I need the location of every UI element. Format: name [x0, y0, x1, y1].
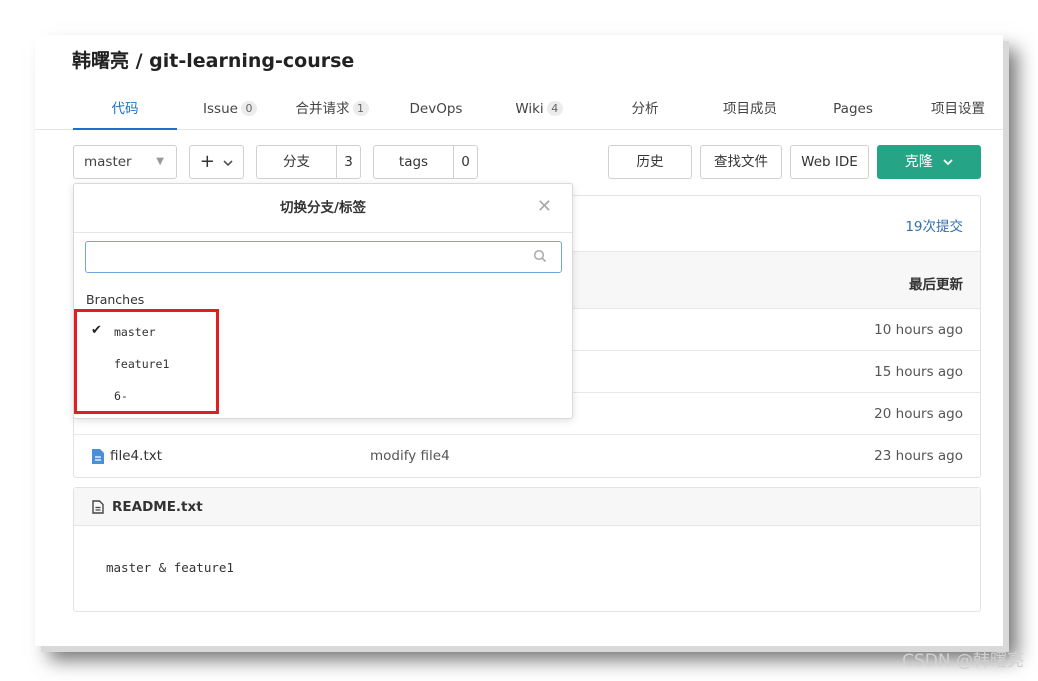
tab-pages[interactable]: Pages: [825, 90, 881, 130]
file-time: 10 hours ago: [874, 322, 963, 338]
commits-link[interactable]: 19次提交: [905, 215, 963, 235]
tab-wiki[interactable]: Wiki 4: [507, 90, 571, 130]
tab-merge-requests[interactable]: 合并请求 1: [287, 90, 377, 130]
chevron-down-icon: [223, 160, 233, 167]
close-icon[interactable]: ✕: [537, 198, 552, 216]
history-button[interactable]: 历史: [608, 145, 692, 179]
repo-tabs: 代码 Issue 0 合并请求 1 DevOps Wiki 4 分析 项目成员 Pag…: [35, 90, 1003, 130]
search-icon: [533, 249, 547, 263]
tab-label: 项目成员: [723, 101, 777, 117]
document-icon: [92, 499, 104, 514]
branch-search-field[interactable]: [85, 241, 562, 273]
tab-devops[interactable]: DevOps: [400, 90, 472, 130]
readme-content: master & feature1: [106, 560, 234, 575]
tab-count-badge: 4: [546, 101, 563, 116]
branches-button[interactable]: 分支 3: [256, 145, 361, 179]
file-icon: [92, 448, 104, 464]
tab-label: 分析: [631, 101, 659, 117]
tab-count-badge: 1: [352, 101, 369, 116]
branch-select-label: master: [84, 154, 132, 170]
chevron-down-icon: ▼: [156, 156, 164, 167]
readme-title: README.txt: [112, 498, 203, 515]
highlight-box: [74, 309, 219, 414]
branch-select[interactable]: master ▼: [73, 145, 177, 179]
find-file-button[interactable]: 查找文件: [700, 145, 782, 179]
tab-label: 项目设置: [931, 101, 985, 117]
tab-label: 合并请求: [295, 101, 350, 117]
tab-label: Pages: [833, 101, 873, 117]
branch-search-input[interactable]: [86, 242, 526, 272]
file-time: 23 hours ago: [874, 448, 963, 464]
tab-settings[interactable]: 项目设置: [923, 90, 993, 130]
tab-label: Wiki: [515, 101, 544, 117]
file-link[interactable]: file4.txt: [92, 448, 162, 464]
branches-label: 分支: [283, 154, 310, 170]
tab-analytics[interactable]: 分析: [620, 90, 670, 130]
watermark: CSDN @韩曙亮: [902, 651, 1024, 671]
tags-count: 0: [453, 146, 477, 178]
web-ide-button[interactable]: Web IDE: [790, 145, 869, 179]
readme-panel: README.txt master & feature1: [73, 487, 981, 612]
plus-icon: +: [199, 151, 215, 172]
tab-label: DevOps: [409, 101, 463, 117]
repo-title[interactable]: 韩曙亮 / git-learning-course: [72, 46, 354, 73]
last-update-header: 最后更新: [909, 277, 963, 293]
tab-label: Issue: [203, 101, 238, 117]
tab-label: 代码: [111, 101, 139, 117]
tab-count-badge: 0: [240, 101, 257, 116]
tab-members[interactable]: 项目成员: [715, 90, 785, 130]
commit-message[interactable]: modify file4: [370, 448, 450, 464]
branches-count: 3: [336, 146, 360, 178]
tags-button[interactable]: tags 0: [373, 145, 478, 179]
branches-section-label: Branches: [86, 292, 145, 307]
file-time: 20 hours ago: [874, 406, 963, 422]
readme-header: README.txt: [74, 488, 980, 526]
tags-label: tags: [398, 154, 429, 170]
chevron-down-icon: [943, 159, 953, 166]
tab-code[interactable]: 代码: [73, 90, 177, 130]
table-row[interactable]: file4.txt modify file4 23 hours ago: [74, 435, 980, 477]
clone-button[interactable]: 克隆: [877, 145, 981, 179]
file-time: 15 hours ago: [874, 364, 963, 380]
tab-issue[interactable]: Issue 0: [195, 90, 265, 130]
clone-label: 克隆: [904, 154, 933, 170]
file-name: file4.txt: [110, 448, 163, 464]
dropdown-title: 切换分支/标签: [74, 184, 572, 233]
add-menu-button[interactable]: +: [189, 145, 244, 179]
